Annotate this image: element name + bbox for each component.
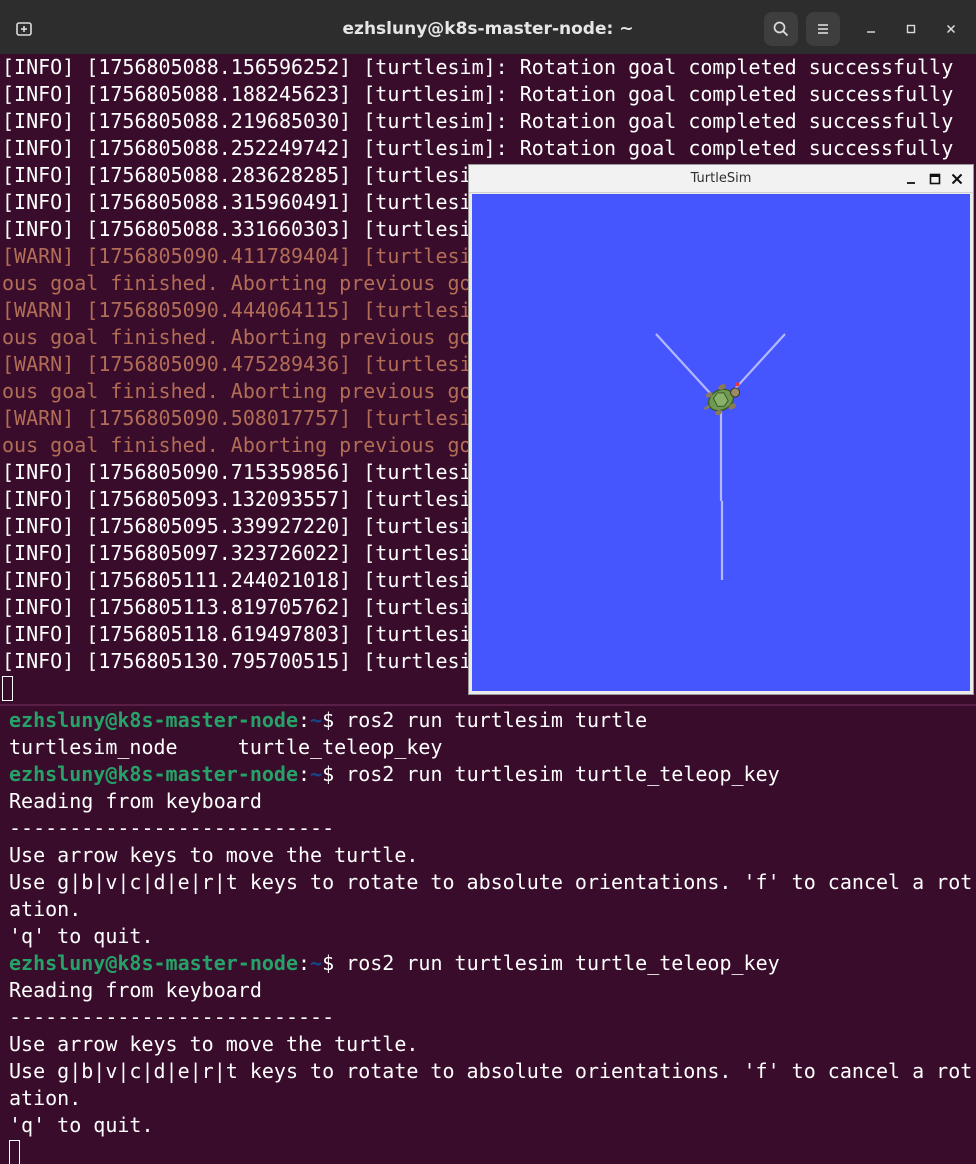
terminal-cursor [9,1140,20,1164]
teleop-terminal-output: ezhsluny@k8s-master-node:~$ ros2 run tur… [9,707,972,1139]
turtlesim-canvas [472,194,970,691]
close-button[interactable] [936,13,966,45]
terminal-output-line: --------------------------- [9,816,335,840]
terminal-output-line: ation. [9,897,82,921]
shell-prompt-line: ezhsluny@k8s-master-node:~$ ros2 run tur… [9,950,972,977]
turtle-pen-trail [655,333,786,580]
terminal-output-line: Reading from keyboard [9,978,262,1002]
shell-command: ros2 run turtlesim turtle_teleop_key [346,762,780,786]
shell-prompt-line: ezhsluny@k8s-master-node:~$ ros2 run tur… [9,707,972,734]
terminal-output-line: --------------------------- [9,1005,335,1029]
turtlesim-title: TurtleSim [690,171,752,186]
minimize-icon [907,182,915,184]
close-icon [951,173,963,185]
log-line-info: [INFO] [1756805088.156596252] [turtlesim… [2,55,954,79]
log-line-info: [INFO] [1756805088.188245623] [turtlesim… [2,82,954,106]
minimize-button[interactable] [856,13,886,45]
turtlesim-maximize-button[interactable] [925,169,945,189]
turtlesim-titlebar[interactable]: TurtleSim [469,165,973,193]
turtlesim-close-button[interactable] [947,169,967,189]
maximize-icon [929,173,941,185]
terminal-cursor [2,676,13,701]
maximize-icon [906,24,916,34]
search-button[interactable] [764,12,798,46]
shell-prompt-user: ezhsluny@k8s-master-node [9,762,298,786]
shell-prompt-user: ezhsluny@k8s-master-node [9,951,298,975]
terminal-output-line: 'q' to quit. [9,924,154,948]
terminal-output-line: 'q' to quit. [9,1113,154,1137]
shell-prompt-line: ezhsluny@k8s-master-node:~$ ros2 run tur… [9,761,972,788]
shell-prompt-colon: : [297,708,311,732]
shell-prompt-symbol: $ [322,951,347,975]
terminal-output-line: Use g|b|v|c|d|e|r|t keys to rotate to ab… [9,1059,973,1083]
new-tab-icon [16,22,32,36]
close-icon [946,24,956,34]
shell-command: ros2 run turtlesim turtle [346,708,648,732]
shell-prompt-path: ~ [310,708,323,732]
shell-command: ros2 run turtlesim turtle_teleop_key [346,951,780,975]
search-icon [773,21,789,37]
log-line-info: [INFO] [1756805088.219685030] [turtlesim… [2,109,954,133]
turtlesim-minimize-button[interactable] [901,169,921,189]
turtlesim-window[interactable]: TurtleSim [468,164,974,695]
terminal-pane-bottom[interactable]: ezhsluny@k8s-master-node:~$ ros2 run tur… [0,704,976,1164]
terminal-output-line: turtlesim_node turtle_teleop_key [9,735,443,759]
shell-prompt-colon: : [297,762,311,786]
terminal-output-line: Use g|b|v|c|d|e|r|t keys to rotate to ab… [9,870,973,894]
minimize-icon [867,31,875,33]
turtle-drawing [655,333,786,580]
maximize-button[interactable] [896,13,926,45]
terminal-output-line: Reading from keyboard [9,789,262,813]
new-tab-button[interactable] [8,14,40,44]
shell-prompt-path: ~ [310,951,323,975]
shell-prompt-symbol: $ [322,708,347,732]
terminal-header-bar: ezhsluny@k8s-master-node: ~ [0,0,976,56]
terminal-output-line: Use arrow keys to move the turtle. [9,1032,419,1056]
shell-prompt-symbol: $ [322,762,347,786]
shell-prompt-user: ezhsluny@k8s-master-node [9,708,298,732]
terminal-output-line: ation. [9,1086,82,1110]
menu-button[interactable] [806,12,840,46]
shell-prompt-colon: : [297,951,311,975]
log-line-info: [INFO] [1756805088.252249742] [turtlesim… [2,136,954,160]
hamburger-menu-icon [818,24,828,34]
shell-prompt-path: ~ [310,762,323,786]
terminal-output-line: Use arrow keys to move the turtle. [9,843,419,867]
